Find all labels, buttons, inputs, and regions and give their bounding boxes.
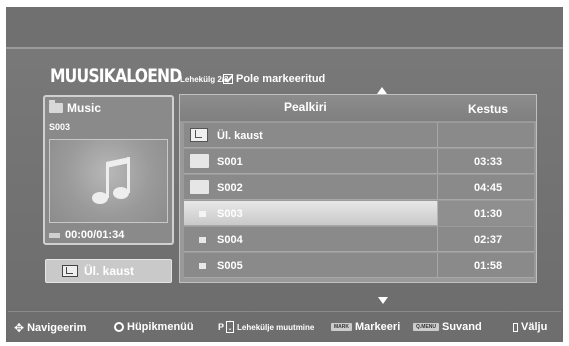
item-name: S004: [217, 234, 243, 246]
list-item-parent[interactable]: Ül. kaust: [184, 123, 534, 148]
folder-icon: [190, 154, 209, 168]
list-item[interactable]: S004 02:37: [184, 227, 534, 252]
column-header-title: Pealkiri: [284, 100, 327, 114]
progress-bar: [49, 232, 60, 238]
page-key-icon: P ⌃ ⌄: [218, 321, 235, 333]
option-label: Suvand: [442, 321, 482, 333]
current-folder: Music: [49, 100, 102, 115]
mark-key-icon: MARK: [331, 323, 352, 331]
option-hint: Q.MENU Suvand: [413, 321, 482, 333]
up-folder-icon: [62, 265, 78, 277]
column-divider: [437, 149, 438, 174]
item-duration: 03:33: [474, 156, 503, 168]
item-name: Ül. kaust: [217, 130, 263, 142]
mark-label: Markeeri: [355, 321, 401, 333]
navigation-arrows-icon: ✥: [14, 321, 25, 335]
list-item[interactable]: S002 04:45: [184, 175, 534, 200]
parent-folder-label: Ül. kaust: [84, 264, 135, 278]
now-playing-panel: Music S003 00:00/01:34: [43, 95, 174, 245]
exit-label: Välju: [521, 321, 548, 333]
album-art: [49, 139, 168, 223]
current-file-name: S003: [49, 122, 71, 132]
scroll-down-arrow-icon[interactable]: [378, 297, 388, 304]
page-change-hint: P ⌃ ⌄ Lehekülje muutmine: [218, 321, 314, 333]
column-divider: [437, 175, 438, 200]
item-name: S001: [217, 156, 243, 168]
list-item[interactable]: S005 01:58: [184, 253, 534, 278]
popup-menu-hint: Hüpikmenüü: [114, 321, 194, 333]
exit-key-icon: [513, 322, 518, 332]
exit-hint: Välju: [513, 321, 547, 333]
folder-icon: [49, 100, 63, 113]
column-divider: [437, 123, 438, 148]
playback-time: 00:00/01:34: [49, 229, 124, 241]
column-divider: [437, 227, 438, 252]
playback-time-label: 00:00/01:34: [65, 229, 125, 241]
qmenu-key-icon: Q.MENU: [413, 323, 439, 331]
parent-folder-button[interactable]: Ül. kaust: [45, 259, 172, 283]
page-info: Lehekülg 2/3: [180, 75, 229, 84]
checkbox-icon: [223, 74, 233, 84]
music-file-icon: [199, 263, 206, 269]
item-duration: 01:30: [474, 208, 503, 220]
music-file-icon: [199, 211, 206, 217]
column-header-duration: Kestus: [468, 102, 509, 116]
up-folder-icon: [190, 128, 208, 142]
page-title: MUUSIKALOEND: [50, 65, 182, 87]
list-item-selected[interactable]: S003 01:30: [184, 201, 534, 226]
mark-hint: MARK Markeeri: [331, 321, 400, 333]
page-change-label: Lehekülje muutmine: [237, 322, 315, 332]
item-duration: 04:45: [474, 182, 503, 194]
item-duration: 01:58: [474, 260, 503, 272]
scroll-up-arrow-icon[interactable]: [377, 87, 387, 94]
music-note-icon: [92, 157, 130, 204]
navigate-hint: ✥ Navigeerim: [14, 321, 86, 335]
item-duration: 02:37: [474, 234, 503, 246]
popup-menu-label: Hüpikmenüü: [127, 321, 194, 333]
track-list: Pealkiri Kestus Ül. kaust S001 03:33 S00…: [179, 94, 537, 283]
column-divider: [437, 253, 438, 278]
key-guide-bar: ✥ Navigeerim Hüpikmenüü P ⌃ ⌄ Lehekülje mu…: [8, 311, 561, 340]
item-name: S003: [217, 208, 243, 220]
mark-status-label: Pole markeeritud: [236, 73, 326, 85]
ok-button-icon: [114, 322, 124, 332]
folder-icon: [190, 180, 209, 194]
current-folder-name: Music: [67, 101, 102, 115]
navigate-label: Navigeerim: [27, 322, 87, 334]
music-file-icon: [199, 237, 206, 243]
item-name: S005: [217, 260, 243, 272]
mark-status: Pole markeeritud: [223, 73, 325, 85]
list-item[interactable]: S001 03:33: [184, 149, 534, 174]
item-name: S002: [217, 182, 243, 194]
top-band: [6, 7, 563, 47]
list-header: Pealkiri Kestus: [180, 95, 536, 121]
column-divider: [437, 201, 438, 226]
top-divider: [6, 47, 563, 49]
